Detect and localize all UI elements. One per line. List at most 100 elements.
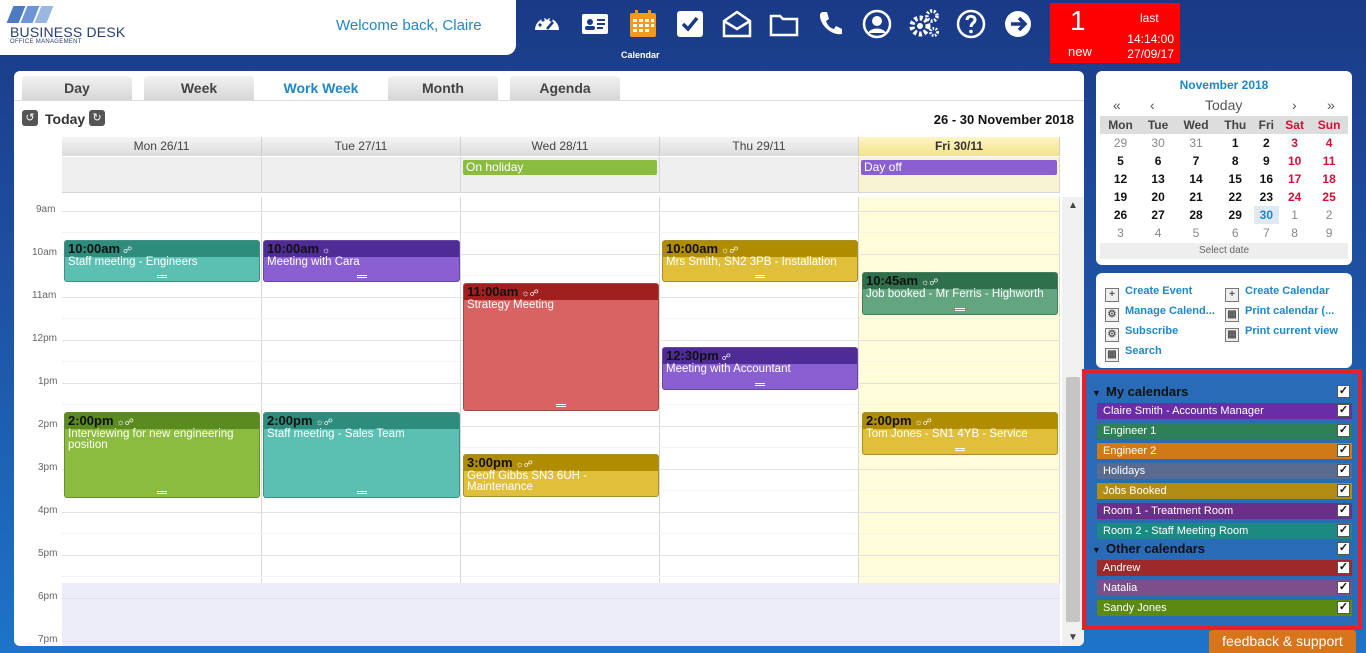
calendar-item[interactable]: Claire Smith - Accounts Manager [1097,403,1352,419]
calendar-item[interactable]: Jobs Booked [1097,483,1352,499]
mini-day-cell[interactable]: 23 [1254,188,1280,206]
resize-handle[interactable] [356,275,367,278]
nav-mail[interactable] [715,4,759,44]
resize-handle[interactable] [755,275,765,278]
prev-year-button[interactable]: « [1113,97,1121,113]
calendar-item[interactable]: Room 1 - Treatment Room [1097,503,1352,519]
event-geoff-gibbs-maintenance[interactable]: 3:00pm ☼☍ Geoff Gibbs SN3 6UH - Maintenan… [463,454,659,497]
nav-phone[interactable] [808,4,852,44]
mini-day-cell[interactable]: 16 [1254,170,1280,188]
mini-day-cell[interactable]: 12 [1100,170,1141,188]
allday-event-day-off[interactable]: Day off [861,160,1057,175]
nav-help[interactable] [949,4,993,44]
resize-handle[interactable] [755,383,765,386]
prev-month-button[interactable]: ‹ [1150,97,1155,113]
mini-day-cell[interactable]: 8 [1217,152,1254,170]
calendar-item-checkbox[interactable]: ✓ [1337,504,1350,517]
mini-day-cell[interactable]: 3 [1100,224,1141,242]
mini-day-cell[interactable]: 18 [1310,170,1348,188]
business-desk-logo[interactable]: BUSINESS DESK OFFICE MANAGEMENT [6,6,128,48]
mini-day-cell[interactable]: 28 [1175,206,1217,224]
calendar-item[interactable]: Engineer 1 [1097,423,1352,439]
calendar-item-checkbox[interactable]: ✓ [1337,464,1350,477]
search-link[interactable]: ▦ Search [1105,345,1162,362]
allday-cell-fri[interactable]: Day off [859,157,1060,193]
mini-day-cell[interactable]: 9 [1254,152,1280,170]
event-meeting-with-accountant[interactable]: 12:30pm ☍ Meeting with Accountant [662,347,858,390]
resize-handle[interactable] [556,404,566,407]
calendar-item[interactable]: Sandy Jones [1097,600,1352,616]
mini-day-cell[interactable]: 15 [1217,170,1254,188]
event-strategy-meeting[interactable]: 11:00am ☼☍ Strategy Meeting [463,283,659,411]
mini-day-cell[interactable]: 17 [1279,170,1310,188]
resize-handle[interactable] [157,275,167,278]
day-header-wed[interactable]: Wed 28/11 [461,137,660,156]
day-header-fri[interactable]: Fri 30/11 [859,137,1060,156]
event-meeting-with-cara[interactable]: 10:00am ☼ Meeting with Cara [263,240,460,282]
mini-day-cell[interactable]: 22 [1217,188,1254,206]
mini-day-cell[interactable]: 3 [1279,134,1310,152]
today-button[interactable]: Today [45,111,85,127]
print-calendar-link[interactable]: ▦ Print calendar (... [1225,305,1334,322]
nav-contacts[interactable] [573,4,617,44]
mini-day-cell[interactable]: 10 [1279,152,1310,170]
mini-day-cell[interactable]: 29 [1100,134,1141,152]
notification-panel[interactable]: 1 new last 14:14:00 27/09/17 [1050,3,1180,63]
nav-settings[interactable] [902,4,946,44]
event-tom-jones-service[interactable]: 2:00pm ☼☍ Tom Jones - SN1 4YB - Service [862,412,1058,455]
scrollbar-thumb[interactable] [1066,377,1080,622]
create-event-link[interactable]: + Create Event [1105,285,1192,302]
nav-files[interactable] [762,4,806,44]
mini-day-cell[interactable]: 2 [1310,206,1348,224]
allday-event-on-holiday[interactable]: On holiday [463,160,657,175]
calendar-item-checkbox[interactable]: ✓ [1337,581,1350,594]
event-staff-meeting-engineers[interactable]: 10:00am ☍ Staff meeting - Engineers [64,240,260,282]
nav-calendar[interactable] [621,4,665,44]
mini-day-cell[interactable]: 19 [1100,188,1141,206]
calendar-item-checkbox[interactable]: ✓ [1337,424,1350,437]
allday-cell-thu[interactable] [660,157,859,193]
mini-day-cell[interactable]: 11 [1310,152,1348,170]
calendar-item[interactable]: Room 2 - Staff Meeting Room [1097,523,1352,539]
mini-day-cell[interactable]: 20 [1141,188,1175,206]
resize-handle[interactable] [356,491,367,494]
mini-day-cell[interactable]: 2 [1254,134,1280,152]
day-column-wed[interactable] [461,197,660,646]
event-mrs-smith-installation[interactable]: 10:00am ☼☍ Mrs Smith, SN2 3PB - Installat… [662,240,858,282]
nav-logout[interactable] [996,4,1040,44]
my-calendars-header[interactable]: ▼ My calendars [1092,384,1354,400]
day-header-mon[interactable]: Mon 26/11 [62,137,262,156]
mini-day-cell[interactable]: 30 [1141,134,1175,152]
mini-day-cell[interactable]: 30 [1253,206,1280,224]
event-interviewing-engineering[interactable]: 2:00pm ☼☍ Interviewing for new engineerin… [64,412,260,498]
resize-handle[interactable] [955,448,965,451]
mini-day-cell[interactable]: 5 [1100,152,1141,170]
tab-month[interactable]: Month [388,76,498,101]
calendar-item-checkbox[interactable]: ✓ [1337,601,1350,614]
subscribe-link[interactable]: ⚙ Subscribe [1105,325,1178,342]
mini-day-cell[interactable]: 25 [1310,188,1348,206]
calendar-item-checkbox[interactable]: ✓ [1337,484,1350,497]
mini-day-cell[interactable]: 1 [1279,206,1310,224]
mini-day-cell[interactable]: 29 [1217,206,1254,224]
calendar-item[interactable]: Natalia [1097,580,1352,596]
my-calendars-checkbox[interactable]: ✓ [1337,385,1350,398]
calendar-item[interactable]: Andrew [1097,560,1352,576]
allday-cell-mon[interactable] [62,157,262,193]
calendar-item-checkbox[interactable]: ✓ [1337,404,1350,417]
resize-handle[interactable] [955,308,965,311]
chevron-up-icon[interactable]: ▲ [1062,200,1084,211]
resize-handle[interactable] [157,491,167,494]
previous-period-button[interactable]: ↺ [22,110,38,126]
mini-day-cell[interactable]: 6 [1217,224,1254,242]
next-year-button[interactable]: » [1327,97,1335,113]
feedback-support-button[interactable]: feedback & support [1209,630,1356,653]
manage-calendars-link[interactable]: ⚙ Manage Calend... [1105,305,1215,322]
allday-cell-tue[interactable] [262,157,461,193]
calendar-item[interactable]: Holidays [1097,463,1352,479]
mini-day-cell[interactable]: 4 [1141,224,1175,242]
day-header-thu[interactable]: Thu 29/11 [660,137,859,156]
calendar-item-checkbox[interactable]: ✓ [1337,444,1350,457]
nav-tasks[interactable] [668,4,712,44]
mini-day-cell[interactable]: 4 [1310,134,1348,152]
